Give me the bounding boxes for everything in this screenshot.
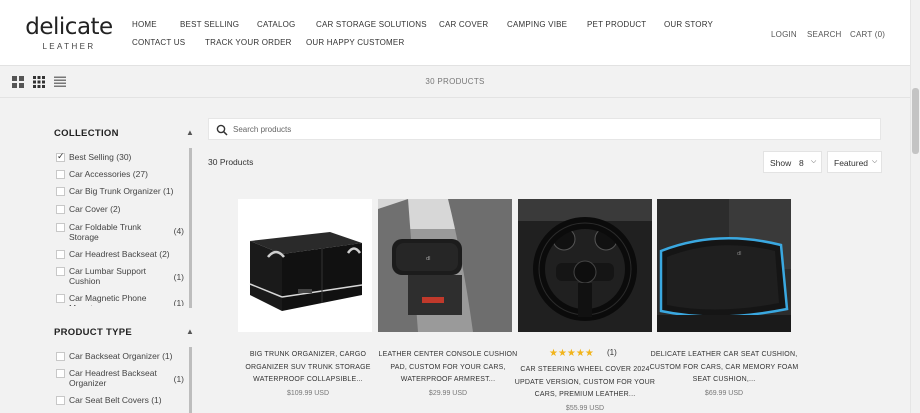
filter-label: Car Headrest Backseat (2) [69, 249, 170, 259]
show-per-page-select[interactable]: Show 8 ⌵ [763, 151, 822, 173]
product-title[interactable]: BIG TRUNK ORGANIZER, CARGO ORGANIZER SUV… [233, 349, 383, 387]
filter-count: (1) [173, 272, 184, 282]
svg-text:dl: dl [426, 256, 431, 262]
console-cushion-image: dl [378, 199, 512, 332]
chevron-down-icon: ⌵ [872, 158, 878, 165]
product-type-filter-scrollbar[interactable] [189, 347, 192, 413]
checkbox[interactable] [56, 170, 65, 179]
search-input[interactable] [233, 122, 833, 137]
filter-count: (1) [173, 298, 184, 306]
checkbox[interactable] [56, 369, 65, 378]
steering-wheel-image [518, 199, 652, 332]
checkbox[interactable] [56, 187, 65, 196]
product-price: $29.99 USD [428, 390, 468, 397]
nav-pet-product[interactable]: PET PRODUCT [587, 20, 646, 29]
show-value: 8 [799, 158, 804, 168]
seat-cushion-image: dl [657, 199, 791, 332]
nav-our-story[interactable]: OUR STORY [664, 20, 713, 29]
checkbox[interactable] [56, 223, 65, 232]
product-image[interactable]: dl [378, 199, 512, 332]
filter-label: Car Accessories (27) [69, 169, 148, 179]
collection-filter-scrollbar[interactable] [189, 148, 192, 308]
collection-filter-title[interactable]: COLLECTION [54, 128, 119, 139]
checkbox[interactable] [56, 205, 65, 214]
filter-count: (4) [173, 226, 184, 236]
checkbox[interactable] [56, 352, 65, 361]
product-price: $55.99 USD [565, 405, 605, 412]
logo-wordmark: delicate [25, 14, 113, 40]
filter-car-magnetic-phone-mount[interactable]: Car Magnetic Phone Mount (1) [56, 294, 184, 306]
page-scrollbar[interactable] [910, 0, 920, 413]
nav-best-selling[interactable]: BEST SELLING [180, 20, 239, 29]
checkbox[interactable] [56, 294, 65, 303]
filter-label: Car Cover (2) [69, 204, 121, 214]
search-icon [216, 124, 228, 136]
checkbox[interactable] [56, 250, 65, 259]
collection-toolbar: 30 PRODUCTS [0, 66, 910, 98]
checkbox[interactable] [56, 267, 65, 276]
product-type-filter-title[interactable]: PRODUCT TYPE [54, 327, 132, 338]
filter-label: Car Headrest Backseat Organizer [69, 368, 157, 388]
filter-label: Car Backseat Organizer (1) [69, 351, 173, 361]
svg-text:dl: dl [737, 251, 742, 257]
product-search-box[interactable] [208, 118, 881, 140]
nav-car-storage-solutions[interactable]: CAR STORAGE SOLUTIONS [316, 20, 427, 29]
product-price: $69.99 USD [704, 390, 744, 397]
login-link[interactable]: LOGIN [771, 30, 797, 39]
review-count[interactable]: (1) [607, 348, 617, 357]
nav-home[interactable]: HOME [132, 20, 157, 29]
nav-camping-vibe[interactable]: CAMPING VIBE [507, 20, 567, 29]
sort-select[interactable]: Featured ⌵ [827, 151, 882, 173]
trunk-organizer-image [238, 199, 372, 332]
product-count-banner: 30 PRODUCTS [425, 77, 485, 86]
logo-tagline: LEATHER [42, 42, 96, 51]
filter-label: Car Magnetic Phone Mount [69, 294, 147, 306]
product-image[interactable]: dl [657, 199, 791, 332]
product-title[interactable]: DELICATE LEATHER CAR SEAT CUSHION, CUSTO… [649, 349, 799, 387]
product-image[interactable] [518, 199, 652, 332]
checkbox[interactable] [56, 151, 65, 162]
nav-our-happy-customer[interactable]: OUR HAPPY CUSTOMER [306, 38, 404, 47]
nav-contact-us[interactable]: CONTACT US [132, 38, 185, 47]
filter-label: Best Selling (30) [69, 152, 132, 162]
filter-label: Car Foldable Trunk Storage [69, 222, 142, 242]
show-label: Show [770, 158, 792, 168]
filter-label: Car Big Trunk Organizer (1) [69, 186, 174, 196]
cart-link[interactable]: CART (0) [850, 30, 885, 39]
nav-track-your-order[interactable]: TRACK YOUR ORDER [205, 38, 292, 47]
sort-value: Featured [834, 158, 869, 168]
filter-label: Car Seat Belt Covers (1) [69, 395, 162, 405]
chevron-down-icon: ⌵ [811, 158, 817, 165]
product-price: $109.99 USD [286, 390, 330, 397]
product-title[interactable]: LEATHER CENTER CONSOLE CUSHION PAD, CUST… [373, 349, 523, 387]
product-title[interactable]: CAR STEERING WHEEL COVER 2024 UPDATE VER… [510, 364, 660, 402]
product-image[interactable] [238, 199, 372, 332]
rating-stars: ★★★★★ [549, 348, 594, 359]
filter-label: Car Lumbar Support Cushion [69, 266, 147, 286]
nav-car-cover[interactable]: CAR COVER [439, 20, 488, 29]
brand-logo[interactable]: delicate LEATHER [24, 14, 114, 51]
chevron-up-icon[interactable]: ▲ [186, 327, 194, 336]
site-header: delicate LEATHER HOME BEST SELLING CATAL… [0, 0, 910, 66]
checkbox[interactable] [56, 396, 65, 405]
search-link[interactable]: SEARCH [807, 30, 842, 39]
nav-catalog[interactable]: CATALOG [257, 20, 295, 29]
chevron-up-icon[interactable]: ▲ [186, 128, 194, 137]
scrollbar-thumb[interactable] [912, 88, 919, 154]
results-count: 30 Products [208, 157, 254, 167]
filter-count: (1) [173, 374, 184, 384]
